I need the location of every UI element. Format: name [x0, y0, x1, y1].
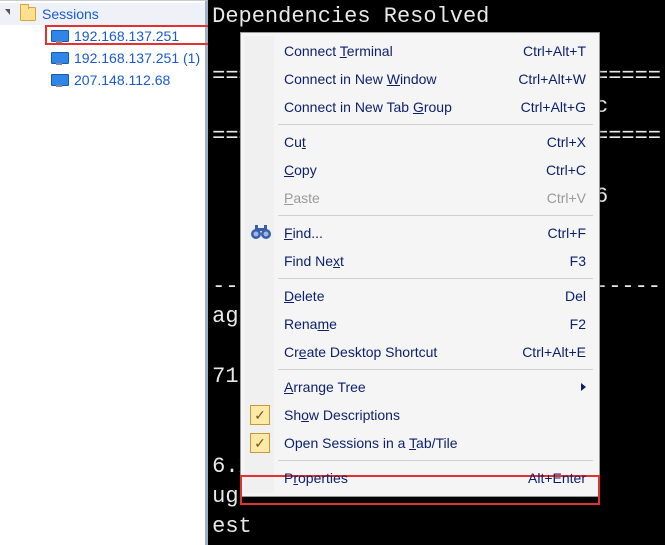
- menu-item[interactable]: Find NextF3: [244, 247, 596, 275]
- menu-item-label: Create Desktop Shortcut: [284, 344, 522, 360]
- monitor-icon: [50, 29, 68, 43]
- menu-item[interactable]: CopyCtrl+C: [244, 156, 596, 184]
- menu-item-shortcut: Ctrl+Alt+W: [518, 71, 586, 87]
- menu-item-shortcut: Ctrl+Alt+T: [523, 43, 586, 59]
- tree-item-session-0[interactable]: 192.168.137.251: [0, 25, 205, 47]
- menu-item-label: Connect in New Window: [284, 71, 518, 87]
- menu-item-label: Rename: [284, 316, 570, 332]
- context-menu: Connect TerminalCtrl+Alt+TConnect in New…: [240, 32, 600, 497]
- menu-item-label: Cut: [284, 134, 547, 150]
- tree-item-session-2[interactable]: 207.148.112.68: [0, 69, 205, 91]
- menu-item-shortcut: F2: [570, 316, 586, 332]
- menu-item-label: Copy: [284, 162, 546, 178]
- menu-item[interactable]: RenameF2: [244, 310, 596, 338]
- binoculars-icon: [250, 223, 272, 241]
- tree-item-label: 207.148.112.68: [74, 72, 170, 88]
- menu-item-shortcut: Ctrl+F: [548, 225, 587, 241]
- expand-collapse-icon[interactable]: [2, 7, 16, 21]
- menu-item[interactable]: ✓ Open Sessions in a Tab/Tile: [244, 429, 596, 457]
- menu-item[interactable]: Connect in New WindowCtrl+Alt+W: [244, 65, 596, 93]
- menu-separator: [278, 124, 593, 125]
- menu-item-label: Connect Terminal: [284, 43, 523, 59]
- menu-item[interactable]: CutCtrl+X: [244, 128, 596, 156]
- menu-item-label: Find...: [284, 225, 548, 241]
- menu-item[interactable]: Connect TerminalCtrl+Alt+T: [244, 37, 596, 65]
- terminal-line: est: [212, 512, 661, 542]
- menu-item-shortcut: Alt+Enter: [528, 470, 586, 486]
- menu-item-label: Arrange Tree: [284, 379, 575, 395]
- tree-item-session-1[interactable]: 192.168.137.251 (1): [0, 47, 205, 69]
- menu-item-label: Delete: [284, 288, 565, 304]
- monitor-icon: [50, 73, 68, 87]
- menu-separator: [278, 460, 593, 461]
- menu-item-label: Paste: [284, 190, 547, 206]
- menu-item[interactable]: Arrange Tree: [244, 373, 596, 401]
- menu-item-shortcut: Ctrl+V: [547, 190, 586, 206]
- menu-item-label: Properties: [284, 470, 528, 486]
- check-icon: ✓: [250, 405, 270, 425]
- menu-item-shortcut: Del: [565, 288, 586, 304]
- terminal-line: Dependencies Resolved: [212, 2, 661, 32]
- menu-item[interactable]: ✓ Show Descriptions: [244, 401, 596, 429]
- menu-item[interactable]: Find...Ctrl+F: [244, 219, 596, 247]
- menu-separator: [278, 278, 593, 279]
- menu-item-shortcut: Ctrl+C: [546, 162, 586, 178]
- submenu-arrow-icon: [581, 383, 586, 391]
- tree-root-label: Sessions: [42, 6, 99, 22]
- folder-icon: [20, 7, 36, 21]
- menu-item-label: Find Next: [284, 253, 570, 269]
- menu-item[interactable]: DeleteDel: [244, 282, 596, 310]
- menu-item[interactable]: PropertiesAlt+Enter: [244, 464, 596, 492]
- check-icon: ✓: [250, 433, 270, 453]
- menu-item-shortcut: Ctrl+Alt+G: [521, 99, 586, 115]
- menu-item-shortcut: Ctrl+Alt+E: [522, 344, 586, 360]
- monitor-icon: [50, 51, 68, 65]
- menu-item-label: Show Descriptions: [284, 407, 586, 423]
- menu-item-label: Connect in New Tab Group: [284, 99, 521, 115]
- menu-separator: [278, 215, 593, 216]
- menu-item: PasteCtrl+V: [244, 184, 596, 212]
- menu-separator: [278, 369, 593, 370]
- sessions-tree-panel: Sessions 192.168.137.251 192.168.137.251…: [0, 0, 208, 545]
- menu-item[interactable]: Connect in New Tab GroupCtrl+Alt+G: [244, 93, 596, 121]
- menu-item-shortcut: Ctrl+X: [547, 134, 586, 150]
- tree-item-label: 192.168.137.251: [74, 28, 179, 44]
- menu-item-shortcut: F3: [570, 253, 586, 269]
- tree-item-label: 192.168.137.251 (1): [74, 50, 200, 66]
- menu-item[interactable]: Create Desktop ShortcutCtrl+Alt+E: [244, 338, 596, 366]
- menu-item-label: Open Sessions in a Tab/Tile: [284, 435, 586, 451]
- tree-root-sessions[interactable]: Sessions: [0, 3, 205, 25]
